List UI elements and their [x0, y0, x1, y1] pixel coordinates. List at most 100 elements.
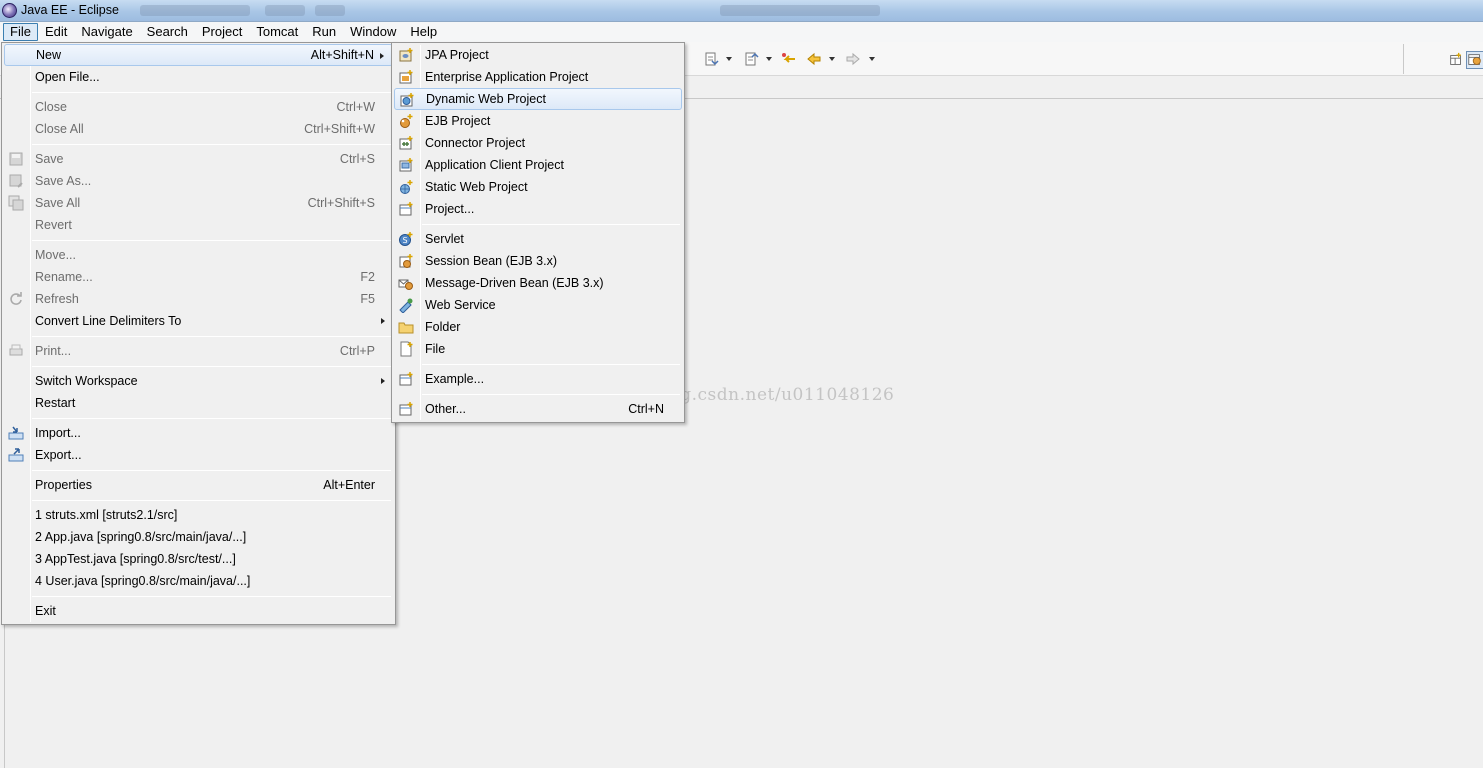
prev-annotation-dropdown[interactable]: [766, 57, 772, 61]
menu-bar: File Edit Navigate Search Project Tomcat…: [0, 22, 1483, 42]
menu-separator: [32, 596, 391, 597]
file-menu-properties[interactable]: Properties Alt+Enter: [4, 474, 393, 496]
web-project-icon: [400, 93, 414, 107]
forward-dropdown[interactable]: [869, 57, 875, 61]
file-menu-restart[interactable]: Restart: [4, 392, 393, 414]
jpa-project-icon: [399, 48, 413, 62]
menu-separator: [422, 224, 680, 225]
forward-icon[interactable]: [845, 51, 861, 67]
file-menu-rename[interactable]: Rename... F2: [4, 266, 393, 288]
new-file[interactable]: File: [394, 338, 682, 360]
menu-search[interactable]: Search: [140, 23, 195, 41]
file-menu-recent-file[interactable]: 3 AppTest.java [spring0.8/src/test/...]: [4, 548, 393, 570]
menu-window[interactable]: Window: [343, 23, 403, 41]
servlet-icon: S: [399, 232, 413, 246]
other-icon: [399, 402, 413, 416]
web-service-icon: [399, 298, 413, 313]
save-as-icon: [9, 174, 23, 188]
file-menu: New Alt+Shift+N Open File... Close Ctrl+…: [1, 42, 396, 625]
next-annotation-icon[interactable]: [703, 51, 719, 67]
file-menu-save-as[interactable]: Save As...: [4, 170, 393, 192]
file-menu-convert-line-delimiters[interactable]: Convert Line Delimiters To: [4, 310, 393, 332]
file-menu-print[interactable]: Print... Ctrl+P: [4, 340, 393, 362]
file-menu-close-all[interactable]: Close All Ctrl+Shift+W: [4, 118, 393, 140]
file-menu-revert[interactable]: Revert: [4, 214, 393, 236]
export-icon: [8, 448, 24, 462]
folder-icon: [398, 322, 414, 334]
file-menu-save-all[interactable]: Save All Ctrl+Shift+S: [4, 192, 393, 214]
back-dropdown[interactable]: [829, 57, 835, 61]
new-jpa-project[interactable]: JPA Project: [394, 44, 682, 66]
blurred-taskbar-region: [315, 5, 345, 16]
new-connector-project[interactable]: Connector Project: [394, 132, 682, 154]
static-web-project-icon: [400, 180, 413, 194]
menu-file[interactable]: File: [3, 23, 38, 41]
file-menu-export[interactable]: Export...: [4, 444, 393, 466]
app-client-project-icon: [399, 158, 413, 172]
new-dynamic-web-project[interactable]: Dynamic Web Project: [394, 88, 682, 110]
save-all-icon: [8, 195, 24, 211]
menu-run[interactable]: Run: [305, 23, 343, 41]
file-menu-refresh[interactable]: Refresh F5: [4, 288, 393, 310]
new-application-client-project[interactable]: Application Client Project: [394, 154, 682, 176]
file-menu-recent-file[interactable]: 1 struts.xml [struts2.1/src]: [4, 504, 393, 526]
java-ee-perspective-icon[interactable]: [1466, 51, 1483, 69]
menu-separator: [32, 144, 391, 145]
save-icon: [9, 152, 23, 166]
file-menu-exit[interactable]: Exit: [4, 600, 393, 622]
blurred-taskbar-region: [720, 5, 880, 16]
new-example[interactable]: Example...: [394, 368, 682, 390]
prev-annotation-icon[interactable]: [743, 51, 759, 67]
menu-navigate[interactable]: Navigate: [74, 23, 139, 41]
menu-help[interactable]: Help: [403, 23, 444, 41]
example-icon: [399, 372, 413, 386]
file-menu-move[interactable]: Move...: [4, 244, 393, 266]
new-ejb-project[interactable]: EJB Project: [394, 110, 682, 132]
refresh-icon: [10, 292, 22, 305]
last-edit-location-icon[interactable]: [781, 51, 797, 67]
new-submenu: JPA Project Enterprise Application Proje…: [391, 42, 685, 423]
title-bar: Java EE - Eclipse: [0, 0, 1483, 22]
menu-tomcat[interactable]: Tomcat: [249, 23, 305, 41]
session-bean-icon: [399, 254, 413, 268]
new-servlet[interactable]: S Servlet: [394, 228, 682, 250]
new-message-driven-bean[interactable]: Message-Driven Bean (EJB 3.x): [394, 272, 682, 294]
menu-separator: [32, 240, 391, 241]
file-menu-new[interactable]: New Alt+Shift+N: [4, 44, 393, 66]
open-perspective-icon[interactable]: [1447, 51, 1465, 69]
submenu-arrow-icon: [381, 318, 385, 324]
file-menu-open-file[interactable]: Open File...: [4, 66, 393, 88]
file-menu-recent-file[interactable]: 2 App.java [spring0.8/src/main/java/...]: [4, 526, 393, 548]
perspective-switcher: [1403, 44, 1483, 74]
back-icon[interactable]: [806, 51, 822, 67]
file-menu-close[interactable]: Close Ctrl+W: [4, 96, 393, 118]
new-folder[interactable]: Folder: [394, 316, 682, 338]
menu-separator: [32, 336, 391, 337]
file-menu-import[interactable]: Import...: [4, 422, 393, 444]
new-session-bean[interactable]: Session Bean (EJB 3.x): [394, 250, 682, 272]
menu-separator: [32, 470, 391, 471]
next-annotation-dropdown[interactable]: [726, 57, 732, 61]
mdb-icon: [398, 279, 413, 290]
new-static-web-project[interactable]: Static Web Project: [394, 176, 682, 198]
new-enterprise-application-project[interactable]: Enterprise Application Project: [394, 66, 682, 88]
menu-separator: [32, 366, 391, 367]
new-other[interactable]: Other... Ctrl+N: [394, 398, 682, 420]
print-icon: [9, 344, 23, 356]
window-title: Java EE - Eclipse: [21, 3, 119, 17]
eclipse-logo-icon: [2, 3, 17, 18]
new-web-service[interactable]: Web Service: [394, 294, 682, 316]
import-icon: [8, 426, 24, 440]
file-menu-recent-file[interactable]: 4 User.java [spring0.8/src/main/java/...…: [4, 570, 393, 592]
menu-edit[interactable]: Edit: [38, 23, 74, 41]
menu-separator: [422, 394, 680, 395]
new-project[interactable]: Project...: [394, 198, 682, 220]
file-icon: [400, 341, 413, 357]
ejb-project-icon: [400, 114, 413, 128]
menu-project[interactable]: Project: [195, 23, 249, 41]
submenu-arrow-icon: [380, 53, 384, 59]
connector-project-icon: [399, 136, 413, 150]
file-menu-save[interactable]: Save Ctrl+S: [4, 148, 393, 170]
blurred-taskbar-region: [265, 5, 305, 16]
file-menu-switch-workspace[interactable]: Switch Workspace: [4, 370, 393, 392]
